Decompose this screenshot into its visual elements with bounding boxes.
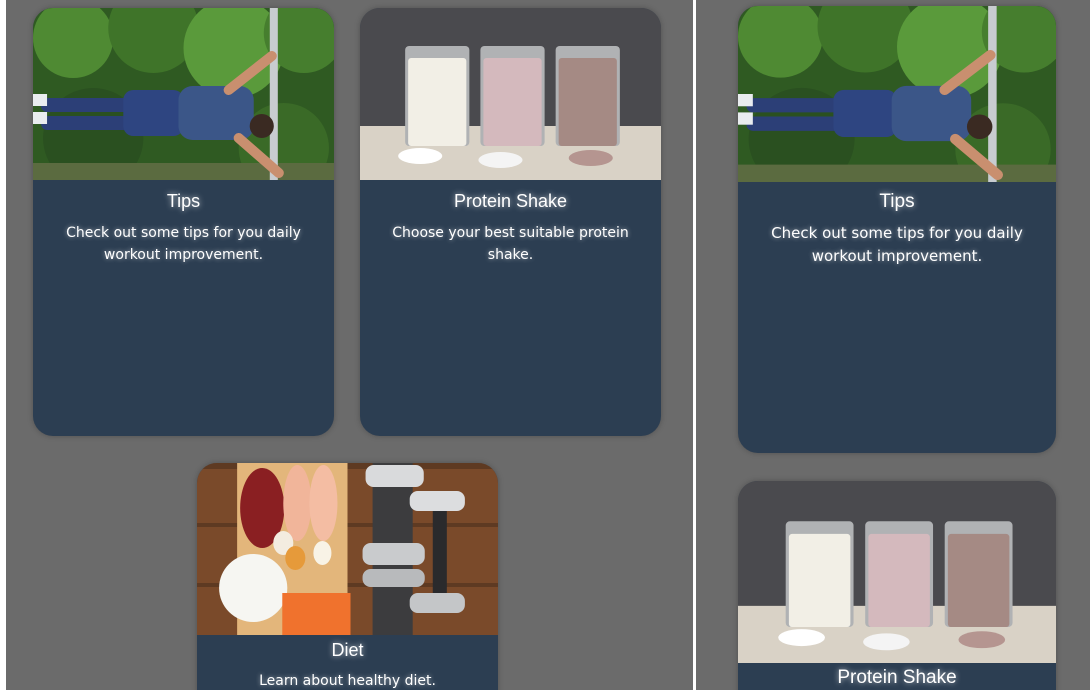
card-description: Check out some tips for you daily workou…	[771, 224, 1023, 265]
tips-card[interactable]: Tips Check out some tips for you daily w…	[738, 6, 1056, 453]
calisthenics-flag-photo	[738, 6, 1056, 182]
card-title: Tips	[879, 191, 915, 212]
card-title: Protein Shake	[453, 191, 568, 211]
diet-food-dumbbells-photo	[197, 463, 498, 635]
card-title: Tips	[166, 191, 201, 211]
protein-shake-card[interactable]: Protein Shake Choose your best suitable …	[360, 8, 661, 436]
protein-shakes-photo	[738, 481, 1056, 663]
protein-shakes-photo	[360, 8, 661, 180]
card-description: Check out some tips for you daily workou…	[66, 225, 301, 263]
card-description: Learn about healthy diet.	[259, 673, 436, 689]
protein-shake-card[interactable]: Protein Shake	[738, 481, 1056, 690]
right-screenshot-panel: Tips Check out some tips for you daily w…	[696, 0, 1090, 690]
card-title: Diet	[331, 640, 364, 660]
diet-card[interactable]: Diet Learn about healthy diet.	[197, 463, 498, 690]
left-screenshot-panel: Tips Check out some tips for you daily w…	[6, 0, 693, 690]
calisthenics-flag-photo	[33, 8, 334, 180]
tips-card[interactable]: Tips Check out some tips for you daily w…	[33, 8, 334, 436]
card-title: Protein Shake	[837, 667, 957, 688]
card-description: Choose your best suitable protein shake.	[392, 225, 629, 263]
